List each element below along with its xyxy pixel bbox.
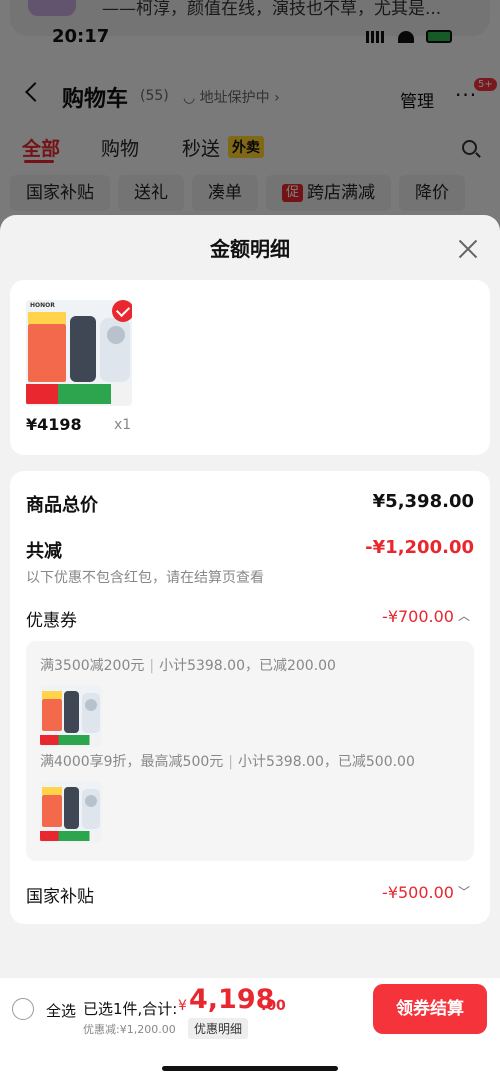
price-detail-card: 商品总价 ¥5,398.00 共减 -¥1,200.00 以下优惠不包含红包，请… <box>10 471 490 924</box>
coupon-product-image <box>40 781 102 843</box>
brand-logo: HONOR <box>30 302 55 309</box>
product-quantity: x1 <box>114 417 132 433</box>
coupon-value: -¥700.00 <box>382 607 454 626</box>
total-label: 商品总价 <box>26 495 98 516</box>
select-all-label[interactable]: 全选 <box>46 1000 76 1021</box>
discount-info: 优惠减:¥1,200.00 <box>83 1023 176 1036</box>
coupon-line: 满4000享9折，最高减500元 | 小计5398.00，已减500.00 <box>40 754 415 770</box>
discount-detail-button[interactable]: 优惠明细 <box>188 1018 249 1039</box>
coupon-detail-box: 满3500减200元 | 小计5398.00，已减200.00 满4000享9折，最… <box>26 641 474 861</box>
coupon-label: 优惠券 <box>26 611 77 631</box>
close-icon[interactable] <box>456 237 480 261</box>
subsidy-label: 国家补贴 <box>26 887 94 907</box>
coupon-summary: 小计5398.00，已减500.00 <box>237 754 415 770</box>
chevron-down-icon: ﹀ <box>457 885 470 899</box>
reduction-label: 共减 <box>26 541 62 562</box>
check-icon <box>112 300 132 322</box>
product-image[interactable]: HONOR <box>26 300 132 406</box>
product-card: HONOR ¥4198 x1 <box>10 280 490 455</box>
product-price: ¥4198 <box>26 415 82 434</box>
amount-detail-sheet: 金额明细 HONOR ¥4198 x1 商品总价 ¥5,398.00 共减 -¥… <box>0 215 500 1083</box>
coupon-toggle[interactable]: -¥700.00 ︿ <box>382 607 470 626</box>
coupon-product-image <box>40 685 102 747</box>
reduction-note: 以下优惠不包含红包，请在结算页查看 <box>26 570 264 586</box>
subsidy-toggle[interactable]: -¥500.00 ﹀ <box>382 883 470 902</box>
selected-info: 已选1件,合计: <box>83 1000 178 1018</box>
coupon-line: 满3500减200元 | 小计5398.00，已减200.00 <box>40 658 336 674</box>
total-value: ¥5,398.00 <box>372 491 474 512</box>
total-currency: ¥ <box>178 998 187 1014</box>
reduction-value: -¥1,200.00 <box>365 537 474 558</box>
sheet-title: 金额明细 <box>210 237 290 261</box>
chevron-up-icon: ︿ <box>457 609 470 623</box>
total-decimal: .00 <box>261 998 286 1014</box>
home-indicator[interactable] <box>162 1066 338 1071</box>
subsidy-value: -¥500.00 <box>382 883 454 902</box>
checkout-button[interactable]: 领券结算 <box>373 984 487 1034</box>
coupon-rule: 满3500减200元 <box>40 658 145 674</box>
select-all-radio[interactable] <box>12 998 34 1020</box>
coupon-rule: 满4000享9折，最高减500元 <box>40 754 224 770</box>
coupon-summary: 小计5398.00，已减200.00 <box>159 658 336 674</box>
checkout-bar: 全选 已选1件,合计: ¥ 4,198 .00 优惠减:¥1,200.00 优惠… <box>0 978 500 1083</box>
